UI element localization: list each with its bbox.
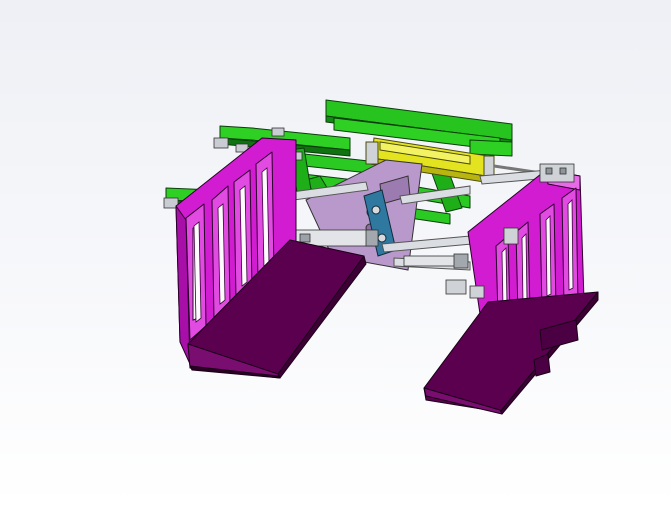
gripper-assembly-drawing bbox=[0, 0, 671, 506]
cad-viewport bbox=[0, 0, 671, 506]
right-upper-bracket bbox=[539, 163, 575, 183]
frame-rail-right bbox=[469, 139, 513, 157]
